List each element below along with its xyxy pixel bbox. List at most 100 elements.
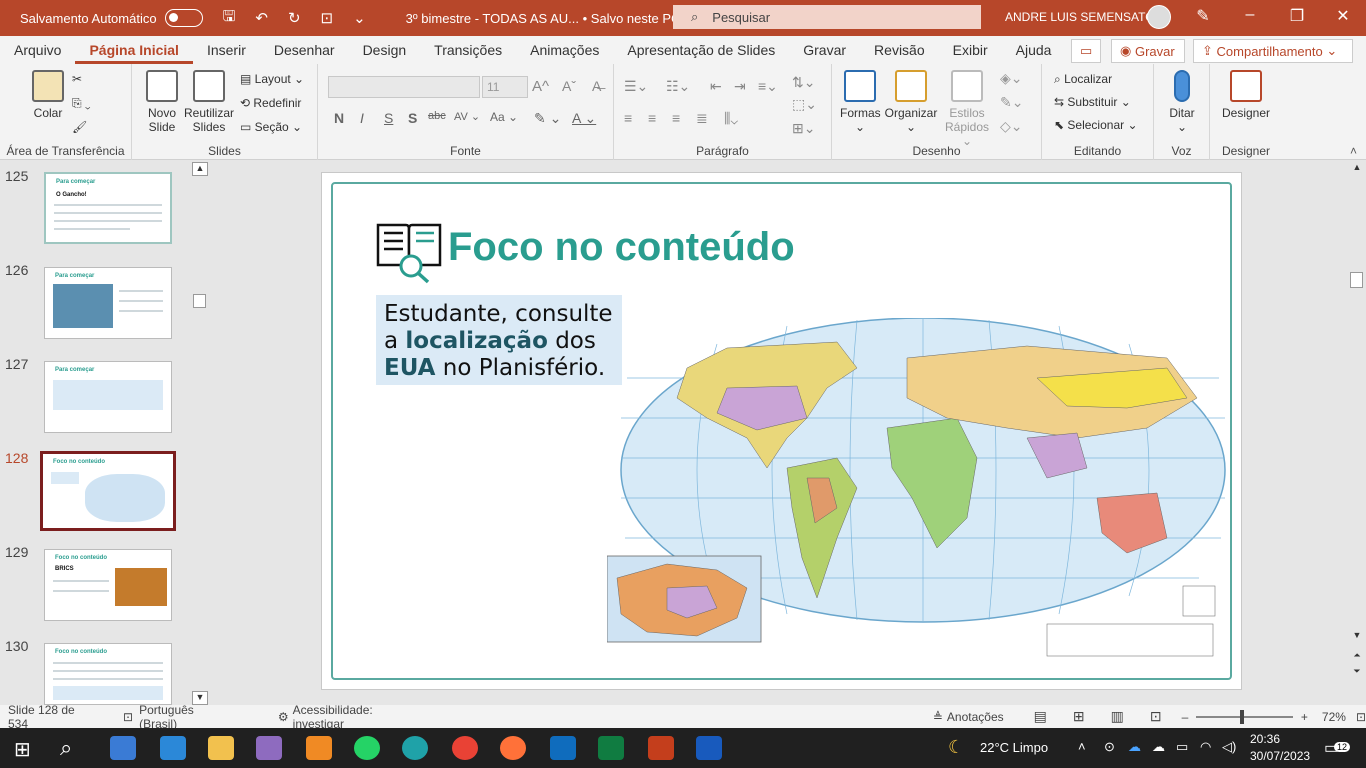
justify-icon[interactable]: ≣ [696,110,708,127]
chevron-up-icon[interactable]: ˄ [1078,739,1086,754]
tab-gravar[interactable]: Gravar [789,36,860,64]
slide-thumbnail-128[interactable]: Foco no conteúdo [40,451,176,531]
align-left-icon[interactable]: ≡ [624,110,632,126]
strikethrough-icon[interactable]: abc [428,110,446,122]
paint-icon[interactable] [256,736,282,760]
smartart-icon[interactable]: ⊞⌄ [792,120,815,137]
zoom-slider[interactable] [1196,709,1293,724]
teams-icon[interactable] [160,736,186,760]
tab-design[interactable]: Design [349,36,421,64]
tab-ajuda[interactable]: Ajuda [1002,36,1066,64]
redo-icon[interactable]: ↻ [288,9,301,27]
tab-arquivo[interactable]: Arquivo [0,36,75,64]
meet-icon[interactable]: ⊙ [1104,739,1115,755]
shapes-button[interactable]: Formas ⌄ [840,70,881,134]
paste-button[interactable]: Colar [30,70,66,120]
scroll-up-icon[interactable]: ▲ [192,162,208,176]
italic-icon[interactable]: I [360,110,364,126]
instruction-textbox[interactable]: Estudante, consulte a localização dos EU… [376,295,622,385]
designer-button[interactable]: Designer [1218,70,1274,120]
word-icon[interactable] [696,736,722,760]
scrollbar-thumb[interactable] [193,294,206,308]
widgets-icon[interactable] [110,736,136,760]
arrange-button[interactable]: Organizar ⌄ [884,70,938,134]
tab-revisao[interactable]: Revisão [860,36,939,64]
bullets-icon[interactable]: ☰⌄ [624,78,648,95]
reset-button[interactable]: ⟲ Redefinir [240,96,301,110]
file-explorer-icon[interactable] [208,736,234,760]
scroll-down-icon[interactable]: ▼ [1348,630,1366,640]
find-button[interactable]: ⌕ Localizar [1054,72,1112,87]
slide-thumbnail-130[interactable]: Foco no conteúdo [44,643,172,705]
customize-qat-icon[interactable]: ⌄ [353,9,366,27]
whatsapp-icon[interactable] [354,736,380,760]
zoom-level[interactable]: 72% [1322,710,1346,724]
clock-date[interactable]: 30/07/2023 [1250,749,1310,763]
normal-view-icon[interactable]: ▤ [1034,708,1047,725]
editor-scrollbar[interactable]: ▲ ▼ ⏶ ⏷ [1348,160,1366,705]
shape-outline-icon[interactable]: ✎⌄ [1000,94,1023,111]
decrease-font-icon[interactable]: Aˇ [562,78,576,94]
present-icon[interactable]: ⊡ [321,9,334,27]
slideshow-icon[interactable]: ⊡ [1150,708,1162,725]
indent-increase-icon[interactable]: ⇥ [734,78,746,95]
previous-slide-icon[interactable]: ⏶ [1348,650,1366,661]
shape-fill-icon[interactable]: ◈⌄ [1000,70,1023,87]
quick-styles-button[interactable]: Estilos Rápidos ⌄ [940,70,994,148]
edge-icon[interactable] [402,736,428,760]
slide-title[interactable]: Foco no conteúdo [448,225,795,270]
onedrive-icon[interactable]: ☁ [1128,739,1141,755]
line-spacing-icon[interactable]: ≡⌄ [758,78,778,95]
undo-icon[interactable]: ↶ [255,9,268,27]
record-button[interactable]: ◉ Gravar [1111,39,1185,63]
tab-desenhar[interactable]: Desenhar [260,36,349,64]
align-right-icon[interactable]: ≡ [672,110,680,126]
slide-thumbnail-125[interactable]: Para começar O Gancho! [44,172,172,244]
highlight-icon[interactable]: ✎ ⌄ [534,110,561,127]
firefox-icon[interactable] [500,736,526,760]
comments-button[interactable]: ▭ [1071,39,1101,63]
autosave-toggle[interactable] [164,9,203,27]
wifi-icon[interactable]: ◠ [1200,739,1211,755]
select-button[interactable]: ⬉ Selecionar ⌄ [1054,118,1138,132]
minimize-icon[interactable]: – [1235,6,1265,24]
fit-slide-icon[interactable]: ⊡ [1356,710,1366,724]
font-size-select[interactable]: 11 [482,76,528,98]
font-name-select[interactable] [328,76,480,98]
thumbnails-scrollbar[interactable]: ▲ ▼ [192,162,208,705]
slide-thumbnail-126[interactable]: Para começar [44,267,172,339]
format-painter-icon[interactable]: 🖌 [72,120,87,134]
increase-font-icon[interactable]: A^ [532,78,549,95]
cut-icon[interactable]: ✂ [72,72,82,86]
weather-text[interactable]: 22°C Limpo [980,740,1048,755]
next-slide-icon[interactable]: ⏷ [1348,666,1366,677]
columns-icon[interactable]: ⫼⌄ [724,110,738,127]
slide-thumbnail-127[interactable]: Para começar [44,361,172,433]
excel-icon[interactable] [598,736,624,760]
change-case-icon[interactable]: Aa ⌄ [490,110,518,124]
world-map-image[interactable] [607,318,1227,658]
search-icon[interactable]: ⌕ [60,735,72,761]
search-box[interactable]: ⌕ Pesquisar [673,5,981,29]
shape-effects-icon[interactable]: ◇⌄ [1000,118,1023,135]
cloud-icon[interactable]: ☁ [1152,739,1165,755]
windows-start-icon[interactable]: ⊞ [14,737,31,762]
vlc-icon[interactable] [306,736,332,760]
close-icon[interactable]: ✕ [1328,6,1358,26]
replace-button[interactable]: ⇆ Substituir ⌄ [1054,95,1131,109]
chrome-icon[interactable] [452,736,478,760]
notes-button[interactable]: Anotações [947,710,1004,724]
current-slide[interactable]: Foco no conteúdo Estudante, consulte a l… [321,172,1242,690]
outlook-icon[interactable] [550,736,576,760]
zoom-in-icon[interactable]: + [1301,710,1308,724]
clock-time[interactable]: 20:36 [1250,732,1280,746]
new-slide-button[interactable]: Novo Slide [142,70,182,134]
language-status[interactable]: Português (Brasil) [139,703,232,731]
tab-animacoes[interactable]: Animações [516,36,613,64]
reuse-slides-button[interactable]: Reutilizar Slides [184,70,234,134]
align-text-icon[interactable]: ⬚⌄ [792,96,817,113]
zoom-out-icon[interactable]: – [1182,710,1189,724]
tab-apresentacao[interactable]: Apresentação de Slides [613,36,789,64]
proofing-icon[interactable]: ⊡ [123,710,133,724]
numbering-icon[interactable]: ☷⌄ [666,78,690,95]
